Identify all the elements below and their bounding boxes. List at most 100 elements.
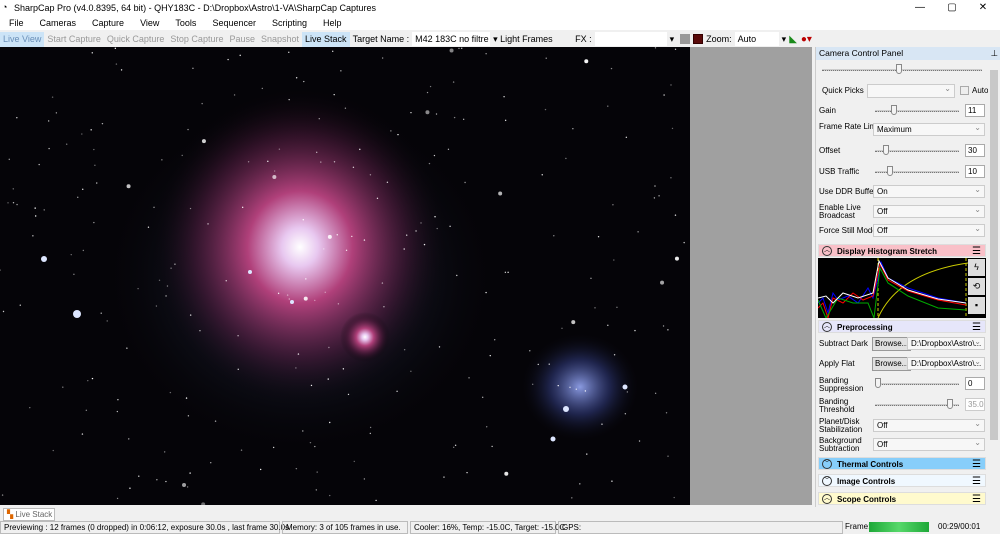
gain-slider[interactable] xyxy=(875,105,959,115)
zoom-select[interactable]: Auto xyxy=(734,32,779,46)
background-subtraction-select[interactable]: Off xyxy=(873,437,985,451)
menu-tools[interactable]: Tools xyxy=(166,18,203,28)
star xyxy=(16,117,18,119)
gain-input[interactable]: 11 xyxy=(965,104,985,117)
stop-capture-button[interactable]: Stop Capture xyxy=(167,32,226,47)
planet-stabilization-select[interactable]: Off xyxy=(873,418,985,432)
image-controls-section-header[interactable]: ﹀ Image Controls ☰ xyxy=(818,474,986,487)
star xyxy=(295,467,298,470)
star xyxy=(77,196,79,198)
star xyxy=(170,267,172,269)
red-swatch-icon[interactable] xyxy=(693,34,704,44)
star xyxy=(575,388,578,390)
star xyxy=(456,274,458,277)
star xyxy=(403,248,405,250)
star xyxy=(126,184,131,189)
star xyxy=(324,291,326,293)
star xyxy=(671,127,674,130)
banding-sup-knob[interactable] xyxy=(875,378,881,388)
auto-stretch-icon[interactable]: ϟ xyxy=(968,259,985,276)
offset-slider[interactable] xyxy=(875,145,959,155)
fx-dropdown-icon[interactable]: ▾ xyxy=(667,32,678,47)
subtract-dark-select[interactable]: D:\Dropbox\Astro\... xyxy=(907,336,985,350)
broadcast-select[interactable]: Off xyxy=(873,204,985,218)
star xyxy=(601,423,603,425)
top-slider[interactable] xyxy=(822,64,982,74)
menu-file[interactable]: File xyxy=(0,18,31,28)
panel-scrollbar[interactable] xyxy=(988,60,1000,507)
snapshot-button[interactable]: Snapshot xyxy=(258,32,302,47)
menu-scripting[interactable]: Scripting xyxy=(263,18,314,28)
scrollbar-thumb[interactable] xyxy=(990,70,998,440)
live-stack-button[interactable]: Live Stack xyxy=(302,31,350,47)
usb-traffic-slider[interactable] xyxy=(875,166,959,176)
menu-view[interactable]: View xyxy=(131,18,166,28)
usb-traffic-input[interactable]: 10 xyxy=(965,165,985,178)
menu-icon[interactable]: ☰ xyxy=(972,475,981,488)
frame-type-select[interactable]: ▾ Light Frames xyxy=(490,32,572,47)
banding-threshold-input[interactable]: 35.0 xyxy=(965,398,985,411)
menu-icon[interactable]: ☰ xyxy=(972,458,981,471)
apply-flat-select[interactable]: D:\Dropbox\Astro\... xyxy=(907,356,985,370)
bright-star xyxy=(73,310,81,318)
live-image-view[interactable] xyxy=(0,47,690,505)
star xyxy=(286,294,289,296)
star xyxy=(363,239,366,241)
save-icon[interactable]: ▪ xyxy=(968,297,985,314)
start-capture-button[interactable]: Start Capture xyxy=(44,32,104,47)
tab-live-stack[interactable]: ▚ Live Stack xyxy=(3,508,55,521)
banding-suppression-input[interactable]: 0 xyxy=(965,377,985,390)
star xyxy=(100,312,102,314)
thermal-section-header[interactable]: ﹀ Thermal Controls ☰ xyxy=(818,457,986,470)
live-view-button[interactable]: Live View xyxy=(0,31,45,47)
bright-star xyxy=(622,384,628,390)
minimize-button[interactable]: — xyxy=(905,0,935,15)
histogram-chart[interactable]: ϟ ⟲ ▪ xyxy=(817,258,986,320)
scope-controls-section-header[interactable]: ︿ Scope Controls ☰ xyxy=(818,492,986,505)
frame-rate-select[interactable]: Maximum xyxy=(873,122,985,136)
menu-icon[interactable]: ☰ xyxy=(972,493,981,506)
quick-capture-button[interactable]: Quick Capture xyxy=(104,32,168,47)
offset-knob[interactable] xyxy=(883,145,889,155)
auto-checkbox[interactable] xyxy=(960,86,969,95)
zoom-dropdown-icon[interactable]: ▾ xyxy=(779,32,790,47)
menu-icon[interactable]: ☰ xyxy=(972,245,981,258)
close-button[interactable]: ✕ xyxy=(968,0,998,15)
pin-icon[interactable]: ⊥ xyxy=(991,47,998,60)
star xyxy=(129,487,131,489)
reticle-icon[interactable]: ●▾ xyxy=(801,34,812,45)
subtract-dark-browse-button[interactable]: Browse... xyxy=(872,337,912,351)
fx-select[interactable] xyxy=(594,32,667,46)
star xyxy=(320,161,322,163)
banding-threshold-slider[interactable] xyxy=(875,399,959,409)
star xyxy=(663,94,665,96)
star xyxy=(272,446,275,449)
star xyxy=(637,231,639,233)
histogram-icon[interactable]: ◣ xyxy=(789,34,797,45)
banding-thr-knob[interactable] xyxy=(947,399,953,409)
star xyxy=(233,94,236,96)
star xyxy=(210,462,212,464)
pause-button[interactable]: Pause xyxy=(226,32,258,47)
menu-sequencer[interactable]: Sequencer xyxy=(203,18,263,28)
preprocessing-section-header[interactable]: ︿ Preprocessing ☰ xyxy=(818,320,986,333)
quick-picks-select[interactable] xyxy=(867,83,955,98)
menu-capture[interactable]: Capture xyxy=(83,18,131,28)
menu-help[interactable]: Help xyxy=(314,18,349,28)
still-mode-select[interactable]: Off xyxy=(873,223,985,237)
apply-flat-browse-button[interactable]: Browse... xyxy=(872,357,912,371)
usb-knob[interactable] xyxy=(887,166,893,176)
gray-swatch-icon[interactable] xyxy=(680,34,691,44)
offset-input[interactable]: 30 xyxy=(965,144,985,157)
target-name-input[interactable]: M42 183C no filtre xyxy=(412,32,491,46)
slider-knob[interactable] xyxy=(896,64,902,74)
star xyxy=(227,58,229,61)
histogram-section-header[interactable]: ︿ Display Histogram Stretch ☰ xyxy=(818,244,986,257)
gain-knob[interactable] xyxy=(891,105,897,115)
menu-icon[interactable]: ☰ xyxy=(972,321,981,334)
ddr-select[interactable]: On xyxy=(873,184,985,198)
menu-cameras[interactable]: Cameras xyxy=(31,18,84,28)
banding-suppression-slider[interactable] xyxy=(875,378,959,388)
maximize-button[interactable]: ▢ xyxy=(937,0,967,15)
reset-icon[interactable]: ⟲ xyxy=(968,278,985,295)
